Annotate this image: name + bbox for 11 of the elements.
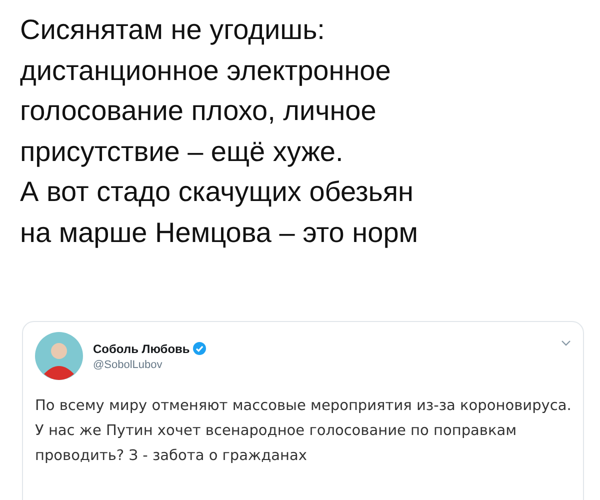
author-name[interactable]: Соболь Любовь	[93, 342, 190, 356]
tweet-text: По всему миру отменяют массовые мероприятия из-за короновируса. У нас же Путин хочет всенародное голосование по поправкам проводить? З - забота о гражданах	[35, 397, 572, 466]
caption-line: дистанционное электронное	[20, 54, 392, 88]
chevron-down-icon[interactable]	[561, 340, 571, 346]
avatar	[35, 332, 83, 380]
caption-line: на марше Немцова – это норм	[20, 216, 420, 250]
author-handle: @SobolLubov	[93, 358, 164, 370]
caption-line: присутствие – ещё хуже.	[20, 134, 344, 169]
caption-line: голосование плохо, личное	[20, 94, 378, 128]
caption-line: А вот стадо скачущих обезьян	[20, 175, 415, 209]
caption-line: Сисянятам не угодишь:	[20, 13, 326, 47]
